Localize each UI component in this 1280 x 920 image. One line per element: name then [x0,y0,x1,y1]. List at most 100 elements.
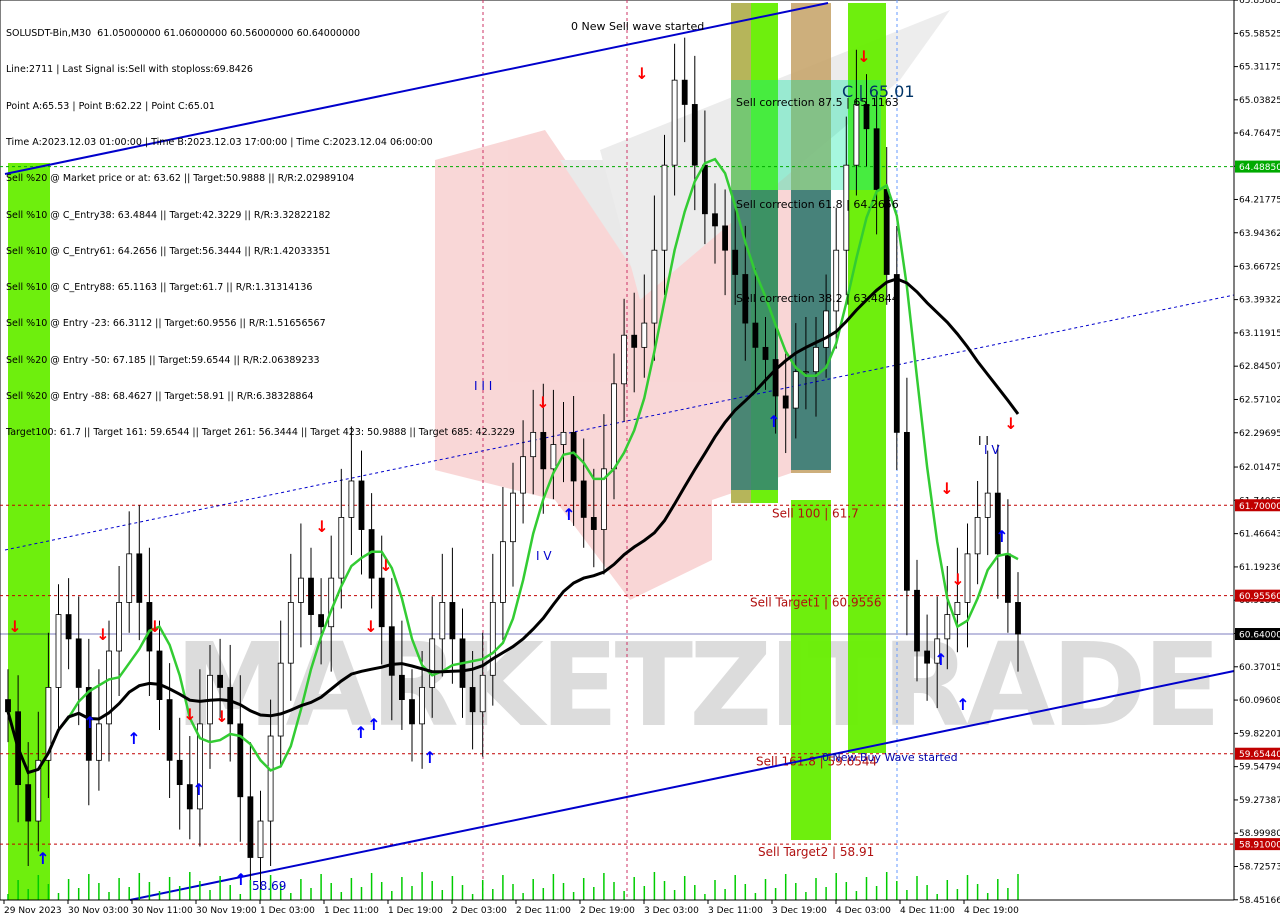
candle-bear [702,164,708,215]
info-line-points: Point A:65.53 | Point B:62.22 | Point C:… [6,100,215,112]
x-tick-label: 1 Dec 19:00 [388,906,443,916]
candle-bull [964,553,971,603]
candle-bear [176,759,183,786]
sell-arrow: ↓ [951,570,964,589]
y-tick-label: 62.296950 [1239,429,1280,439]
y-tick-label: 63.667299 [1239,262,1280,272]
candle-bull [96,723,102,761]
x-tick-label: 4 Dec 11:00 [900,906,955,916]
x-tick-label: 29 Nov 2023 [4,906,62,916]
candle-bull [116,602,122,652]
y-tick-label: 59.547940 [1239,763,1280,773]
buy-arrow: ↑ [956,695,969,714]
candle-bear [217,674,224,688]
candle-bull [792,371,799,409]
info-line-times: Time A:2023.12.03 01:00:00 | Time B:2023… [6,137,433,149]
y-tick-label: 60.370155 [1239,663,1280,673]
candle-bull [944,614,951,640]
sell-arrow: ↓ [315,517,328,536]
info-line-sell-c38: Sell %10 @ C_Entry38: 63.4844 || Target:… [6,209,331,221]
buy-arrow: ↑ [354,723,367,742]
candle-bull [489,602,496,676]
level-label: Sell 100 | 61.7 [772,506,859,520]
candle-bull [126,553,133,603]
info-line-sell-c88: Sell %10 @ C_Entry88: 65.1163 || Target:… [6,282,313,294]
y-tick-label: 65.585250 [1239,29,1280,39]
candle-bull [328,577,335,628]
x-tick-label: 3 Dec 19:00 [772,906,827,916]
candle-bear [722,225,728,251]
candle-bull [510,492,516,543]
info-line-sell-market: Sell %20 @ Market price or at: 63.62 || … [6,173,355,185]
candle-bear [732,249,739,275]
candle-bull [671,79,678,166]
x-tick-label: 2 Dec 19:00 [580,906,635,916]
candle-bear [681,79,688,105]
y-tick-label: 65.038250 [1239,96,1280,106]
price-tag-label: 60.64000 [1239,631,1280,641]
y-tick-label: 64.217750 [1239,195,1280,205]
annotation-label: Sell correction 61.8 | 64.2656 [736,198,899,211]
candle-bear [904,431,910,591]
candle-bull [297,577,304,603]
buy-arrow: ↑ [234,870,247,889]
candle-bull [439,602,446,640]
candle-bull [954,602,961,615]
candle-bull [257,820,264,858]
candle-bull [974,517,981,555]
y-tick-label: 60.096080 [1239,696,1280,706]
candle-bull [803,371,809,374]
candle-bull [287,602,294,664]
buy-arrow: ↑ [127,729,140,748]
candle-bear [580,480,587,518]
sell-arrow: ↓ [8,617,21,636]
y-tick-label: 58.451665 [1239,896,1280,906]
annotation-label: C | 65.01 [842,82,915,101]
x-tick-label: 30 Nov 19:00 [196,906,257,916]
info-line-sell-e50: Sell %20 @ Entry -50: 67.185 || Target:5… [6,354,320,366]
candle-bear [308,577,314,615]
candle-bear [590,517,597,530]
price-axis: 65.858850 65.585250 65.311750 65.038250 64.7… [1233,0,1280,920]
candle-bull [611,383,617,470]
candle-bull [348,480,355,518]
candle-bull [651,249,658,324]
info-line-targets: Target100: 61.7 || Target 161: 59.6544 |… [6,427,515,439]
annotation-label: 0 New Sell wave started [571,20,704,33]
candle-bear [873,128,880,190]
sell-arrow: ↓ [215,707,228,726]
candle-bull [267,735,274,822]
candle-bear [398,674,405,700]
candle-bear [318,614,325,628]
candle-bear [924,650,930,664]
annotation-label: 58.69 [252,879,286,893]
candle-bear [540,431,547,470]
candle-bear [1005,553,1011,603]
level-label: Sell Target1 | 60.9556 [750,596,882,610]
buy-arrow: ↑ [192,780,205,799]
buy-arrow: ↑ [83,713,96,732]
candle-bear [358,480,365,530]
y-tick-label: 63.119150 [1239,329,1280,339]
info-line-signal: Line:2711 | Last Signal is:Sell with sto… [6,64,253,76]
y-tick-label: 65.311750 [1239,63,1280,73]
price-tag-label: 60.95560 [1239,592,1280,602]
y-tick-label: 65.858850 [1239,0,1280,6]
y-tick-label: 63.393225 [1239,296,1280,306]
level-label: Sell Target2 | 58.91 [758,845,874,859]
buy-arrow: ↑ [423,748,436,767]
candle-bull [530,431,537,458]
y-tick-label: 62.845075 [1239,362,1280,372]
candle-bear [712,213,718,227]
sell-arrow: ↓ [183,705,196,724]
buy-arrow: ↑ [36,849,49,868]
candle-bear [166,699,173,761]
candle-bear [65,614,72,640]
x-tick-label: 30 Nov 03:00 [68,906,129,916]
candle-bull [479,674,486,713]
candle-bear [782,395,789,409]
candle-bear [914,589,920,652]
candle-bull [813,346,819,373]
candle-bear [247,796,254,858]
price-tag-label: 58.91000 [1239,841,1280,851]
